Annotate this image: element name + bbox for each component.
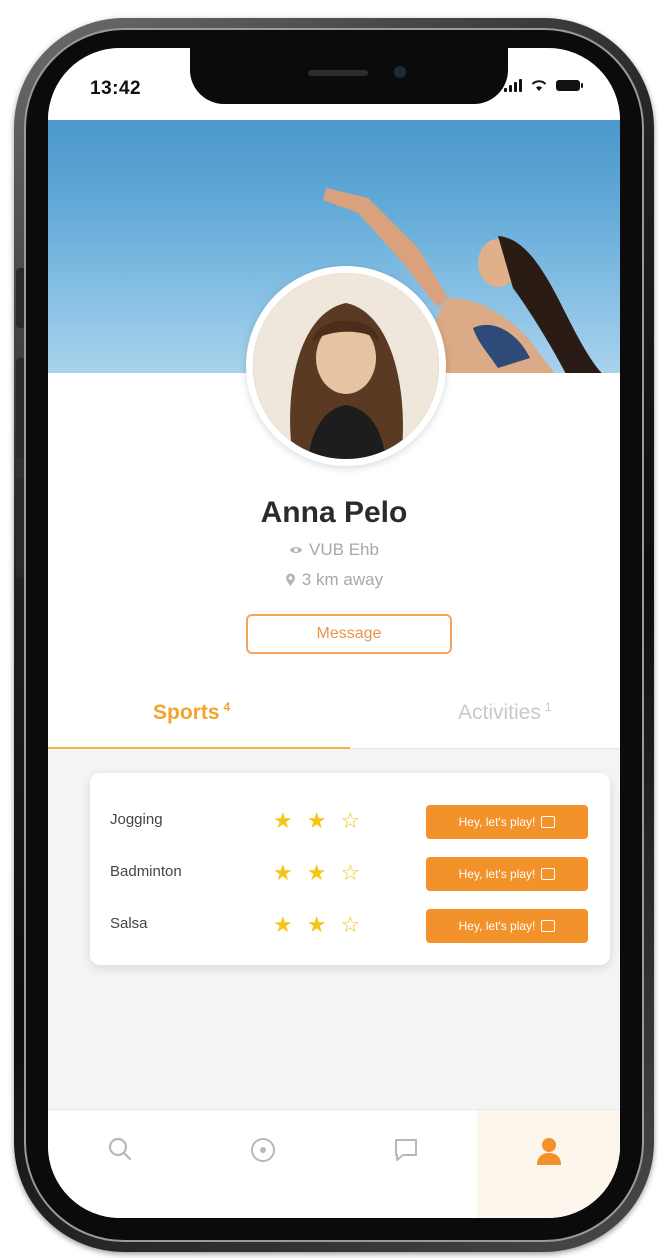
speaker-grille [308, 70, 368, 76]
chat-icon [394, 1139, 417, 1161]
eye-icon [290, 547, 303, 553]
sport-rating: ★ ★ ☆ [273, 859, 360, 887]
tab-sports-count: 4 [223, 700, 231, 714]
tab-activities-label: Activities [458, 701, 541, 724]
nav-explore[interactable] [191, 1110, 334, 1218]
wifi-icon [531, 80, 547, 91]
tab-activities[interactable]: Activities 1 [458, 700, 552, 725]
page: 13:42 Anna Pelo VUB Ehb 3 km away Messag… [0, 0, 668, 1258]
tab-activities-count: 1 [544, 700, 552, 714]
notch [190, 48, 508, 104]
user-icon [536, 1138, 561, 1165]
bottom-nav [48, 1109, 620, 1218]
chat-icon [541, 920, 556, 932]
signal-icon [504, 78, 522, 92]
avatar-photo [253, 273, 439, 459]
nav-search[interactable] [48, 1110, 191, 1218]
star-filled-icon: ★ [273, 808, 293, 833]
status-time: 13:42 [90, 78, 142, 99]
profile-distance: 3 km away [48, 570, 620, 590]
lets-play-label: Hey, let's play! [458, 815, 536, 829]
search-icon [108, 1137, 131, 1161]
affiliation-text: VUB Ehb [309, 540, 379, 559]
status-icons [504, 78, 583, 92]
nav-profile[interactable] [477, 1110, 620, 1218]
star-filled-icon: ★ [273, 912, 293, 937]
compass-icon [250, 1138, 275, 1162]
sports-content: Jogging ★ ★ ☆ Hey, let's play! Badminton… [48, 749, 620, 1109]
lets-play-label: Hey, let's play! [458, 919, 536, 933]
star-empty-icon: ☆ [340, 912, 361, 937]
star-filled-icon: ★ [306, 912, 327, 937]
lets-play-button[interactable]: Hey, let's play! [426, 805, 588, 839]
avatar [246, 266, 446, 466]
tab-sports-label: Sports [153, 701, 220, 724]
profile-tabs: Sports 4 Activities 1 [48, 688, 620, 750]
list-item: Salsa ★ ★ ☆ Hey, let's play! [90, 905, 610, 945]
sport-name: Badminton [110, 863, 182, 880]
sport-rating: ★ ★ ☆ [273, 807, 360, 835]
avatar-portrait [253, 273, 439, 459]
message-button[interactable]: Message [246, 614, 452, 654]
app-screen: 13:42 Anna Pelo VUB Ehb 3 km away Messag… [48, 48, 620, 1218]
list-item: Badminton ★ ★ ☆ Hey, let's play! [90, 853, 610, 893]
nav-messages[interactable] [334, 1110, 477, 1218]
distance-text: 3 km away [301, 570, 384, 589]
star-filled-icon: ★ [306, 808, 327, 833]
location-pin-icon [285, 573, 295, 586]
battery-icon [556, 79, 583, 91]
sport-rating: ★ ★ ☆ [273, 911, 360, 939]
lets-play-button[interactable]: Hey, let's play! [426, 909, 588, 943]
front-camera [394, 66, 406, 78]
star-empty-icon: ☆ [340, 808, 361, 833]
chat-icon [541, 868, 556, 880]
lets-play-button[interactable]: Hey, let's play! [426, 857, 588, 891]
star-empty-icon: ☆ [340, 860, 361, 885]
star-filled-icon: ★ [273, 860, 293, 885]
star-filled-icon: ★ [306, 860, 327, 885]
sports-card: Jogging ★ ★ ☆ Hey, let's play! Badminton… [90, 773, 610, 965]
sport-name: Salsa [110, 915, 148, 932]
chat-icon [541, 816, 556, 828]
status-bar: 13:42 [48, 48, 620, 118]
sport-name: Jogging [110, 811, 163, 828]
lets-play-label: Hey, let's play! [458, 867, 536, 881]
tab-sports[interactable]: Sports 4 [153, 700, 230, 725]
profile-affiliation: VUB Ehb [48, 540, 620, 560]
profile-name: Anna Pelo [260, 496, 408, 529]
list-item: Jogging ★ ★ ☆ Hey, let's play! [90, 801, 610, 841]
